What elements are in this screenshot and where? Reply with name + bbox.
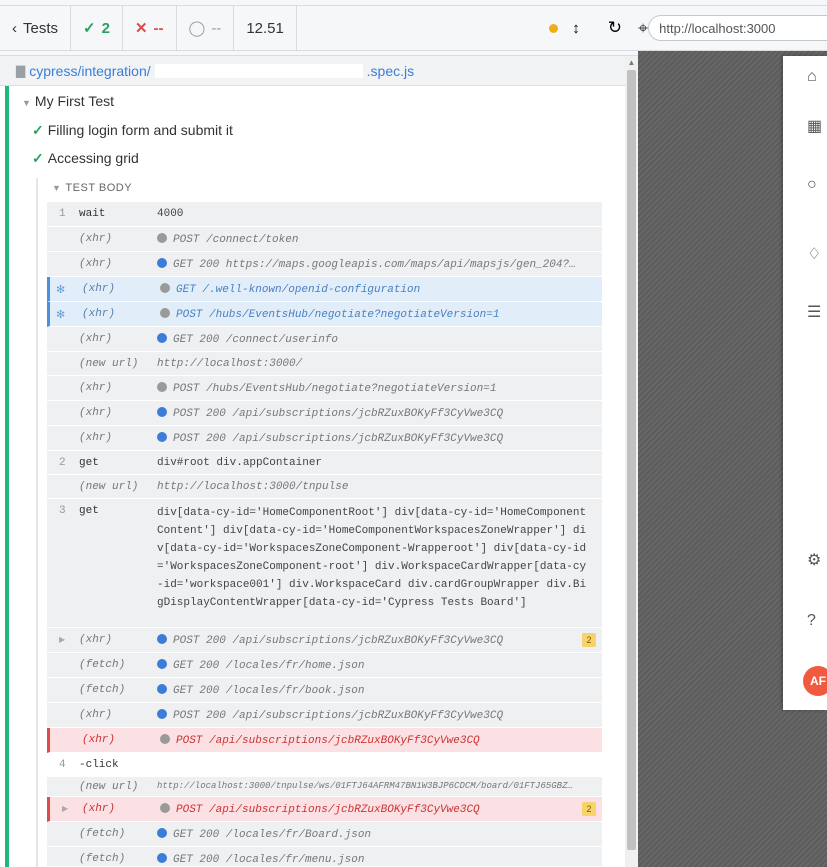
reporter-runnables: ▼ My First Test ✓ Filling login form and s… [0,86,625,867]
url-input[interactable] [648,15,827,41]
reporter-scrollbar[interactable]: ▲ [625,56,638,867]
gear-icon[interactable]: ⚙ [807,550,821,570]
grid-icon[interactable]: ▦ [807,116,822,136]
spec-path-suffix: .spec.js [366,62,415,79]
command-row[interactable]: (xhr) POST 200 /api/subscriptions/jcbRZu… [47,426,602,451]
test-title[interactable]: ✓ Accessing grid [32,150,139,167]
command-row-pending[interactable]: ✻ (xhr) POST /hubs/EventsHub/negotiate?n… [47,302,602,327]
caret-down-icon: ▼ [52,183,62,193]
count-badge: 2 [582,633,596,647]
tests-button[interactable]: ‹ Tests [0,6,72,50]
avatar[interactable]: AF [803,666,827,696]
check-icon: ✓ [32,122,44,138]
check-icon: ✓ [83,20,96,37]
tests-label: Tests [23,19,59,37]
spec-path-prefix: cypress/integration/ [29,62,151,79]
file-icon: ▇ [16,63,26,78]
status-dot [157,432,167,442]
command-row[interactable]: (new url) http://localhost:3000/tnpulse/… [47,777,602,797]
pending-value: -- [211,19,222,37]
spec-path[interactable]: ▇ cypress/integration/ .spec.js [0,56,625,86]
scroll-thumb[interactable] [627,70,636,850]
command-row[interactable]: 2 get div#root div.appContainer [47,451,602,475]
passed-count: ✓ 2 [71,6,123,50]
status-dot [157,709,167,719]
test-body-header[interactable]: ▼ TEST BODY [52,182,132,194]
command-row[interactable]: (xhr) POST 200 /api/subscriptions/jcbRZu… [47,703,602,728]
command-row[interactable]: 1 wait 4000 [47,202,602,227]
status-dot [157,233,167,243]
status-dot [157,407,167,417]
suite-title[interactable]: ▼ My First Test [22,93,114,109]
test-body-divider [36,178,38,867]
duration-value: 12.51 [246,19,284,37]
redacted-area [154,63,363,78]
failed-value: -- [153,19,164,37]
spinner-icon: ✻ [56,285,66,297]
spinner-icon: ✻ [56,310,66,322]
caret-down-icon: ▼ [22,98,31,108]
command-row[interactable]: (fetch) GET 200 /locales/fr/book.json [47,678,602,703]
search-icon[interactable]: ○ [807,176,817,194]
reporter-header: ‹ Tests ✓ 2 ✕ -- ◯ -- 12.51 ↕ ↻ [0,5,638,51]
caret-right-icon[interactable]: ▶ [62,804,68,814]
status-dot [160,734,170,744]
status-dot [160,283,170,293]
status-dot [157,659,167,669]
status-dot [157,853,167,863]
command-row[interactable]: (new url) http://localhost:3000/tnpulse [47,475,602,499]
caret-right-icon[interactable]: ▶ [59,635,65,645]
pending-count: ◯ -- [177,6,235,50]
cross-icon: ✕ [134,20,148,37]
failed-count: ✕ -- [123,6,177,50]
help-icon[interactable]: ? [807,612,816,630]
command-row[interactable]: (xhr) POST 200 /api/subscriptions/jcbRZu… [47,401,602,426]
bell-icon[interactable]: ♢ [807,244,821,264]
running-indicator-icon [549,23,559,33]
chevron-left-icon: ‹ [12,19,17,37]
suite-status-bar [5,86,9,867]
status-dot [157,684,167,694]
command-row[interactable]: (xhr) POST /connect/token [47,227,602,252]
command-row[interactable]: ▶ (xhr) POST 200 /api/subscriptions/jcbR… [47,628,602,653]
command-row[interactable]: (xhr) GET 200 /connect/userinfo [47,327,602,352]
command-row[interactable]: (xhr) POST /hubs/EventsHub/negotiate?neg… [47,376,602,401]
command-row[interactable]: 4 -click [47,753,602,777]
command-row-pending[interactable]: ✻ (xhr) GET /.well-known/openid-configur… [47,277,602,302]
selector-playground-icon[interactable]: ⌖ [638,18,648,39]
status-dot [157,333,167,343]
status-dot [157,382,167,392]
spinner-icon: ◯ [188,20,206,37]
status-dot [157,634,167,644]
list-icon[interactable]: ☰ [807,302,821,322]
command-row[interactable]: (fetch) GET 200 /locales/fr/home.json [47,653,602,678]
autoscroll-icon[interactable]: ↕ [572,20,580,37]
command-row[interactable]: (new url) http://localhost:3000/ [47,352,602,376]
home-icon[interactable]: ⌂ [807,68,817,86]
command-row[interactable]: (xhr) GET 200 https://maps.googleapis.co… [47,252,602,277]
passed-value: 2 [101,19,110,37]
status-dot [157,258,167,268]
command-row-failed[interactable]: (xhr) POST /api/subscriptions/jcbRZuxBOK… [47,728,602,753]
restart-icon[interactable]: ↻ [608,18,622,38]
command-row-failed[interactable]: ▶ (xhr) POST /api/subscriptions/jcbRZuxB… [47,797,602,822]
status-dot [160,308,170,318]
check-icon: ✓ [32,150,44,166]
command-row[interactable]: 3 get div[data-cy-id='HomeComponentRoot'… [47,499,602,628]
test-title[interactable]: ✓ Filling login form and submit it [32,122,233,139]
app-sidebar: ⌂ ▦ ○ ♢ ☰ ⚙ ? AF [783,56,827,710]
duration: 12.51 [234,6,297,50]
scroll-up-icon[interactable]: ▲ [627,58,636,67]
count-badge: 2 [582,802,596,816]
status-dot [157,828,167,838]
status-dot [160,803,170,813]
browser-header: ⌖ [638,5,827,51]
command-row[interactable]: (fetch) GET 200 /locales/fr/menu.json [47,847,602,867]
command-row[interactable]: (fetch) GET 200 /locales/fr/Board.json [47,822,602,847]
